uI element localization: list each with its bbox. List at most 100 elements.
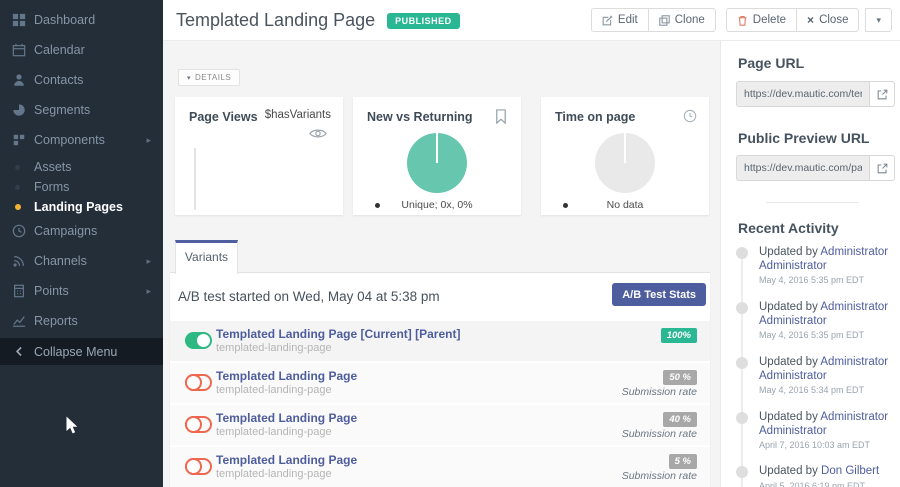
card-title: Page Views (189, 110, 258, 124)
activity-date: May 4, 2016 5:35 pm EDT (759, 330, 891, 340)
ab-test-stats-button[interactable]: A/B Test Stats (612, 283, 706, 306)
pie-chart-time-on-page (595, 133, 655, 193)
main-content: ▾ DETAILS Page Views $hasVariants New vs… (163, 41, 720, 487)
clock-icon (683, 109, 697, 124)
caret-down-icon: ▾ (187, 74, 191, 82)
sidebar-item-campaigns[interactable]: Campaigns (0, 219, 163, 243)
calculator-icon (12, 284, 26, 298)
user-icon (12, 73, 26, 87)
variant-link[interactable]: Templated Landing Page (216, 369, 357, 383)
trash-icon (737, 15, 748, 26)
more-actions-dropdown-button[interactable]: ▾ (865, 8, 892, 32)
activity-date: April 5, 2016 6:19 pm EDT (759, 481, 891, 487)
details-toggle-button[interactable]: ▾ DETAILS (178, 69, 240, 86)
variant-link[interactable]: Templated Landing Page (216, 453, 357, 467)
sidebar-item-dashboard[interactable]: Dashboard (0, 8, 163, 32)
sidebar-item-contacts[interactable]: Contacts (0, 68, 163, 92)
page-url-group (736, 81, 895, 107)
variant-link[interactable]: Templated Landing Page [Current] [Parent… (216, 327, 460, 341)
sidebar-item-points[interactable]: Points ▸ (0, 279, 163, 303)
page-url-input[interactable] (736, 81, 869, 107)
preview-url-input[interactable] (736, 155, 869, 181)
variant-row: Templated Landing Page templated-landing… (170, 447, 710, 487)
empty-chart-axis (194, 148, 196, 210)
pie-chart-icon (12, 103, 26, 117)
variant-slug: templated-landing-page (216, 342, 332, 354)
clock-icon (12, 224, 26, 238)
sidebar-item-calendar[interactable]: Calendar (0, 38, 163, 62)
activity-date: May 4, 2016 5:35 pm EDT (759, 275, 891, 285)
line-chart-icon (12, 314, 26, 328)
collapse-menu-button[interactable]: Collapse Menu (0, 338, 163, 365)
activity-timeline-line (741, 253, 743, 487)
variants-panel: A/B test started on Wed, May 04 at 5:38 … (170, 272, 710, 487)
card-title: Time on page (555, 110, 635, 124)
weight-badge: 5 % (669, 454, 697, 469)
sidebar-item-label: Dashboard (34, 13, 95, 27)
recent-activity-heading: Recent Activity (738, 220, 839, 236)
close-x-icon: × (807, 13, 814, 27)
sidebar-item-channels[interactable]: Channels ▸ (0, 249, 163, 273)
open-page-url-button[interactable] (869, 81, 895, 107)
close-button[interactable]: × Close (796, 8, 859, 32)
open-preview-url-button[interactable] (869, 155, 895, 181)
blocks-icon (12, 133, 26, 147)
sidebar-item-label: Calendar (34, 43, 85, 57)
activity-entry: Updated by Administrator Administrator M… (759, 301, 891, 340)
sidebar-item-label: Components (34, 133, 105, 147)
clone-button[interactable]: Clone (648, 8, 716, 32)
sidebar-item-label: Campaigns (34, 224, 97, 238)
publish-toggle-off[interactable] (185, 416, 212, 433)
sidebar-item-segments[interactable]: Segments (0, 98, 163, 122)
sidebar-item-landing-pages[interactable]: Landing Pages (0, 195, 163, 219)
tab-variants[interactable]: Variants (175, 240, 238, 274)
edit-button[interactable]: Edit (591, 8, 649, 32)
time-on-page-card: Time on page No data (541, 97, 709, 215)
calendar-icon (12, 43, 26, 57)
page-url-heading: Page URL (738, 55, 804, 71)
external-link-icon (877, 89, 888, 100)
external-link-icon (877, 163, 888, 174)
sidebar-item-label: Points (34, 284, 69, 298)
sidebar-item-reports[interactable]: Reports (0, 309, 163, 333)
sidebar-item-label: Segments (34, 103, 90, 117)
active-bullet-icon (15, 204, 21, 210)
ab-test-status-text: A/B test started on Wed, May 04 at 5:38 … (178, 289, 440, 304)
sidebar-item-label: Assets (34, 160, 72, 174)
bookmark-icon[interactable] (495, 109, 509, 124)
sidebar: Dashboard Calendar Contacts Segments Com… (0, 0, 163, 487)
divider (766, 202, 859, 203)
timeline-dot (736, 466, 748, 478)
status-badge: PUBLISHED (387, 13, 460, 29)
publish-toggle-off[interactable] (185, 374, 212, 391)
variant-slug: templated-landing-page (216, 426, 332, 438)
publish-toggle-on[interactable] (185, 332, 212, 349)
new-vs-returning-card: New vs Returning Unique; 0x, 0% (353, 97, 521, 215)
chevron-right-icon: ▸ (146, 135, 151, 146)
submission-rate-label: Submission rate (622, 386, 697, 398)
activity-date: April 7, 2016 10:03 am EDT (759, 440, 891, 450)
clone-icon (659, 15, 670, 26)
submission-rate-label: Submission rate (622, 428, 697, 440)
right-sidebar: Page URL Public Preview URL Recent Activ… (720, 41, 900, 487)
eye-icon[interactable] (309, 126, 327, 137)
sidebar-item-label: Landing Pages (34, 200, 123, 214)
publish-toggle-off[interactable] (185, 458, 212, 475)
weight-badge: 100% (661, 328, 697, 343)
mouse-cursor (65, 415, 80, 441)
variant-link[interactable]: Templated Landing Page (216, 411, 357, 425)
pie-chart-new-vs-returning (407, 133, 467, 193)
timeline-dot (736, 412, 748, 424)
chevron-right-icon: ▸ (146, 286, 151, 297)
user-link[interactable]: Don Gilbert (821, 465, 879, 477)
dashboard-grid-icon (12, 13, 26, 27)
broadcast-icon (12, 254, 26, 268)
sidebar-item-components[interactable]: Components ▸ (0, 128, 163, 152)
sidebar-item-label: Channels (34, 254, 87, 268)
delete-button[interactable]: Delete (726, 8, 797, 32)
caret-down-icon: ▾ (876, 15, 881, 26)
activity-entry: Updated by Administrator Administrator A… (759, 411, 891, 450)
chart-legend: Unique; 0x, 0% (353, 199, 521, 211)
timeline-dot (736, 302, 748, 314)
submission-rate-label: Submission rate (622, 470, 697, 482)
